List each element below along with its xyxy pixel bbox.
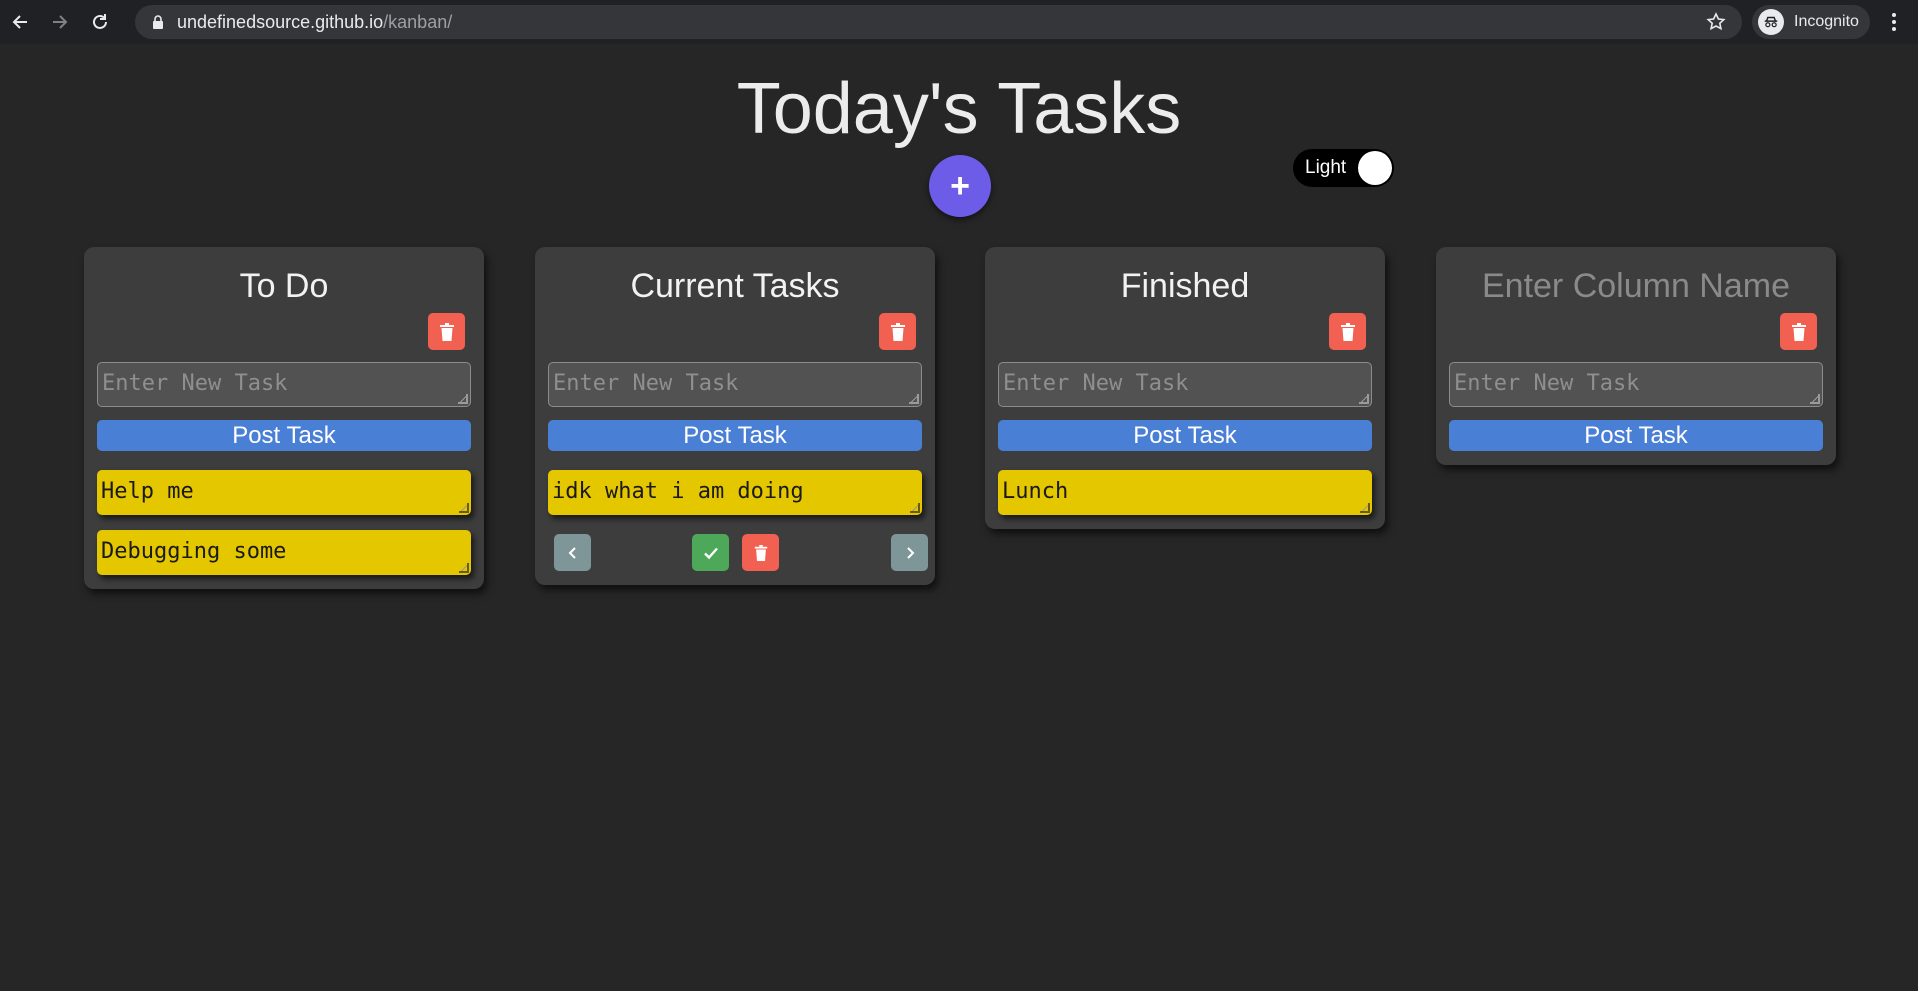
- resize-grip[interactable]: [459, 503, 469, 513]
- new-task-input[interactable]: Enter New Task: [1449, 362, 1823, 407]
- add-column-button[interactable]: +: [929, 155, 991, 217]
- task-text: Debugging some: [101, 539, 287, 564]
- incognito-icon: [1758, 9, 1784, 35]
- trash-icon: [1791, 322, 1806, 341]
- delete-column-button[interactable]: [1329, 313, 1366, 350]
- delete-task-button[interactable]: [742, 534, 779, 571]
- theme-toggle[interactable]: Light: [1293, 149, 1394, 187]
- task-card[interactable]: Lunch: [998, 470, 1372, 515]
- url-host: undefinedsource.github.io: [177, 11, 384, 32]
- move-left-button[interactable]: [554, 534, 591, 571]
- back-icon[interactable]: [0, 0, 40, 44]
- url-path: /kanban/: [383, 11, 453, 32]
- resize-grip[interactable]: [458, 394, 468, 404]
- bookmark-star-icon[interactable]: [1706, 12, 1726, 32]
- resize-grip[interactable]: [1360, 503, 1370, 513]
- browser-toolbar: undefinedsource.github.io/kanban/ Incogn…: [0, 0, 1918, 44]
- task-card[interactable]: Help me: [97, 470, 471, 515]
- column-title-placeholder[interactable]: Enter Column Name: [1449, 247, 1823, 313]
- resize-grip[interactable]: [459, 563, 469, 573]
- task-text: idk what i am doing: [552, 479, 804, 504]
- task-action-bar: [548, 534, 928, 571]
- task-text: Lunch: [1002, 479, 1069, 504]
- trash-icon: [890, 322, 905, 341]
- column-title[interactable]: Current Tasks: [548, 247, 922, 313]
- resize-grip[interactable]: [1359, 394, 1369, 404]
- resize-grip[interactable]: [910, 503, 920, 513]
- resize-grip[interactable]: [909, 394, 919, 404]
- more-menu-icon[interactable]: [1882, 10, 1906, 34]
- mark-done-button[interactable]: [692, 534, 729, 571]
- move-right-button[interactable]: [891, 534, 928, 571]
- theme-toggle-label: Light: [1305, 157, 1347, 178]
- chevron-right-icon: [906, 546, 914, 559]
- new-task-input[interactable]: Enter New Task: [548, 362, 922, 407]
- address-bar[interactable]: undefinedsource.github.io/kanban/: [135, 5, 1742, 39]
- column-current-tasks: Current Tasks Enter New Task Post Task i…: [535, 247, 935, 585]
- column-to-do: To Do Enter New Task Post Task Help me D…: [84, 247, 484, 589]
- column-untitled: Enter Column Name Enter New Task Post Ta…: [1436, 247, 1836, 465]
- trash-icon: [439, 322, 454, 341]
- check-icon: [703, 547, 718, 559]
- delete-column-button[interactable]: [1780, 313, 1817, 350]
- task-card[interactable]: Debugging some: [97, 530, 471, 575]
- post-task-button[interactable]: Post Task: [1449, 420, 1823, 451]
- chevron-left-icon: [568, 546, 576, 559]
- post-task-button[interactable]: Post Task: [97, 420, 471, 451]
- post-task-button[interactable]: Post Task: [998, 420, 1372, 451]
- column-finished: Finished Enter New Task Post Task Lunch: [985, 247, 1385, 529]
- column-title[interactable]: Finished: [998, 247, 1372, 313]
- incognito-badge[interactable]: Incognito: [1752, 5, 1870, 39]
- new-task-input[interactable]: Enter New Task: [97, 362, 471, 407]
- post-task-button[interactable]: Post Task: [548, 420, 922, 451]
- delete-column-button[interactable]: [428, 313, 465, 350]
- forward-icon[interactable]: [40, 0, 80, 44]
- delete-column-button[interactable]: [879, 313, 916, 350]
- lock-icon: [151, 15, 165, 29]
- incognito-label: Incognito: [1794, 13, 1859, 30]
- new-task-input[interactable]: Enter New Task: [998, 362, 1372, 407]
- trash-icon: [1340, 322, 1355, 341]
- resize-grip[interactable]: [1810, 394, 1820, 404]
- task-card[interactable]: idk what i am doing: [548, 470, 922, 515]
- column-title[interactable]: To Do: [97, 247, 471, 313]
- reload-icon[interactable]: [80, 0, 120, 44]
- page-title: Today's Tasks: [736, 69, 1182, 149]
- kanban-page: Today's Tasks + Light To Do Enter New Ta…: [0, 44, 1918, 991]
- toggle-knob: [1358, 151, 1392, 185]
- page-bottom-edge: [0, 991, 1918, 1004]
- trash-icon: [754, 544, 767, 561]
- task-text: Help me: [101, 479, 194, 504]
